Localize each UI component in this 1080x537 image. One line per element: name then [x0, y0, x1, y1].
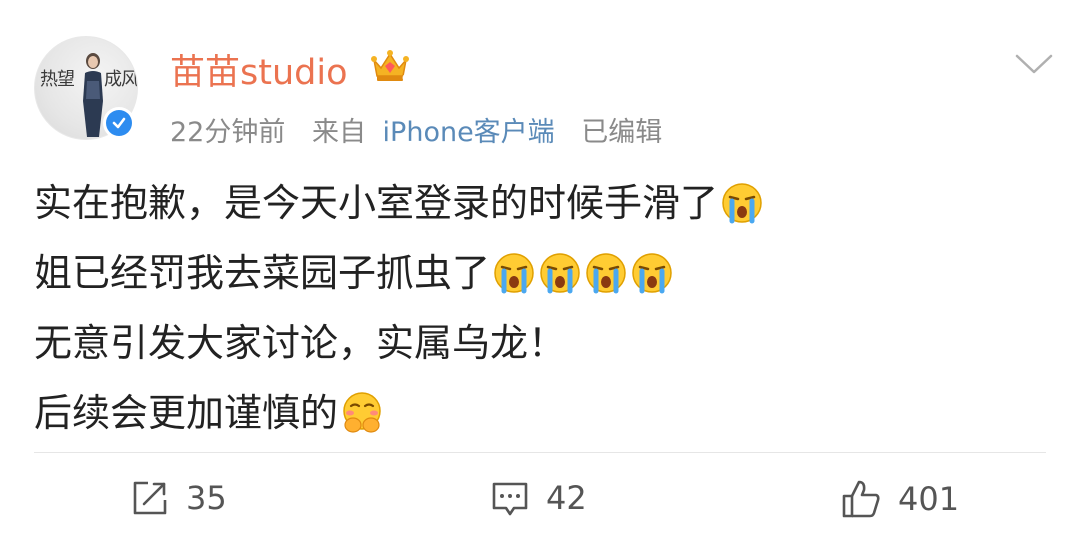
shy-emoji-icon	[343, 392, 381, 433]
repost-count: 35	[186, 479, 227, 517]
comment-count: 42	[546, 479, 587, 517]
like-button[interactable]: 401	[840, 478, 959, 520]
username[interactable]: 苗苗studio	[170, 44, 348, 95]
crying-emoji-icon	[494, 253, 534, 294]
avatar-text: 热望 成风	[40, 69, 138, 90]
post-meta: 22分钟前 来自 iPhone客户端 已编辑	[170, 110, 680, 149]
crying-emoji-icon	[586, 253, 626, 294]
post-line: 实在抱歉，是今天小室登录的时候手滑了	[34, 168, 1054, 238]
post-line: 无意引发大家讨论，实属乌龙！	[34, 321, 567, 365]
post-line: 姐已经罚我去菜园子抓虫了	[34, 238, 1054, 308]
chevron-down-icon[interactable]	[1014, 52, 1054, 76]
post-time: 22分钟前	[170, 117, 286, 148]
repost-icon	[133, 481, 167, 515]
source-prefix: 来自	[311, 117, 366, 148]
crying-emoji-icon	[540, 253, 580, 294]
comment-icon	[492, 482, 528, 516]
edited-label[interactable]: 已编辑	[581, 117, 662, 148]
crying-emoji-icon	[722, 183, 762, 224]
post-source: iPhone客户端	[382, 117, 555, 148]
vip-crown-icon[interactable]: 6	[370, 46, 410, 84]
crying-emoji-icon	[632, 253, 672, 294]
divider	[34, 452, 1046, 453]
like-icon	[842, 480, 880, 518]
post-content: 实在抱歉，是今天小室登录的时候手滑了 姐已经罚我去菜园子抓虫了 无意引发大家讨论…	[34, 168, 1054, 448]
repost-button[interactable]: 35	[130, 478, 227, 518]
svg-text:6: 6	[402, 74, 408, 84]
like-count: 401	[898, 480, 960, 518]
comment-button[interactable]: 42	[490, 478, 587, 518]
post-line: 后续会更加谨慎的	[34, 378, 1054, 448]
verified-badge-icon	[103, 107, 135, 139]
